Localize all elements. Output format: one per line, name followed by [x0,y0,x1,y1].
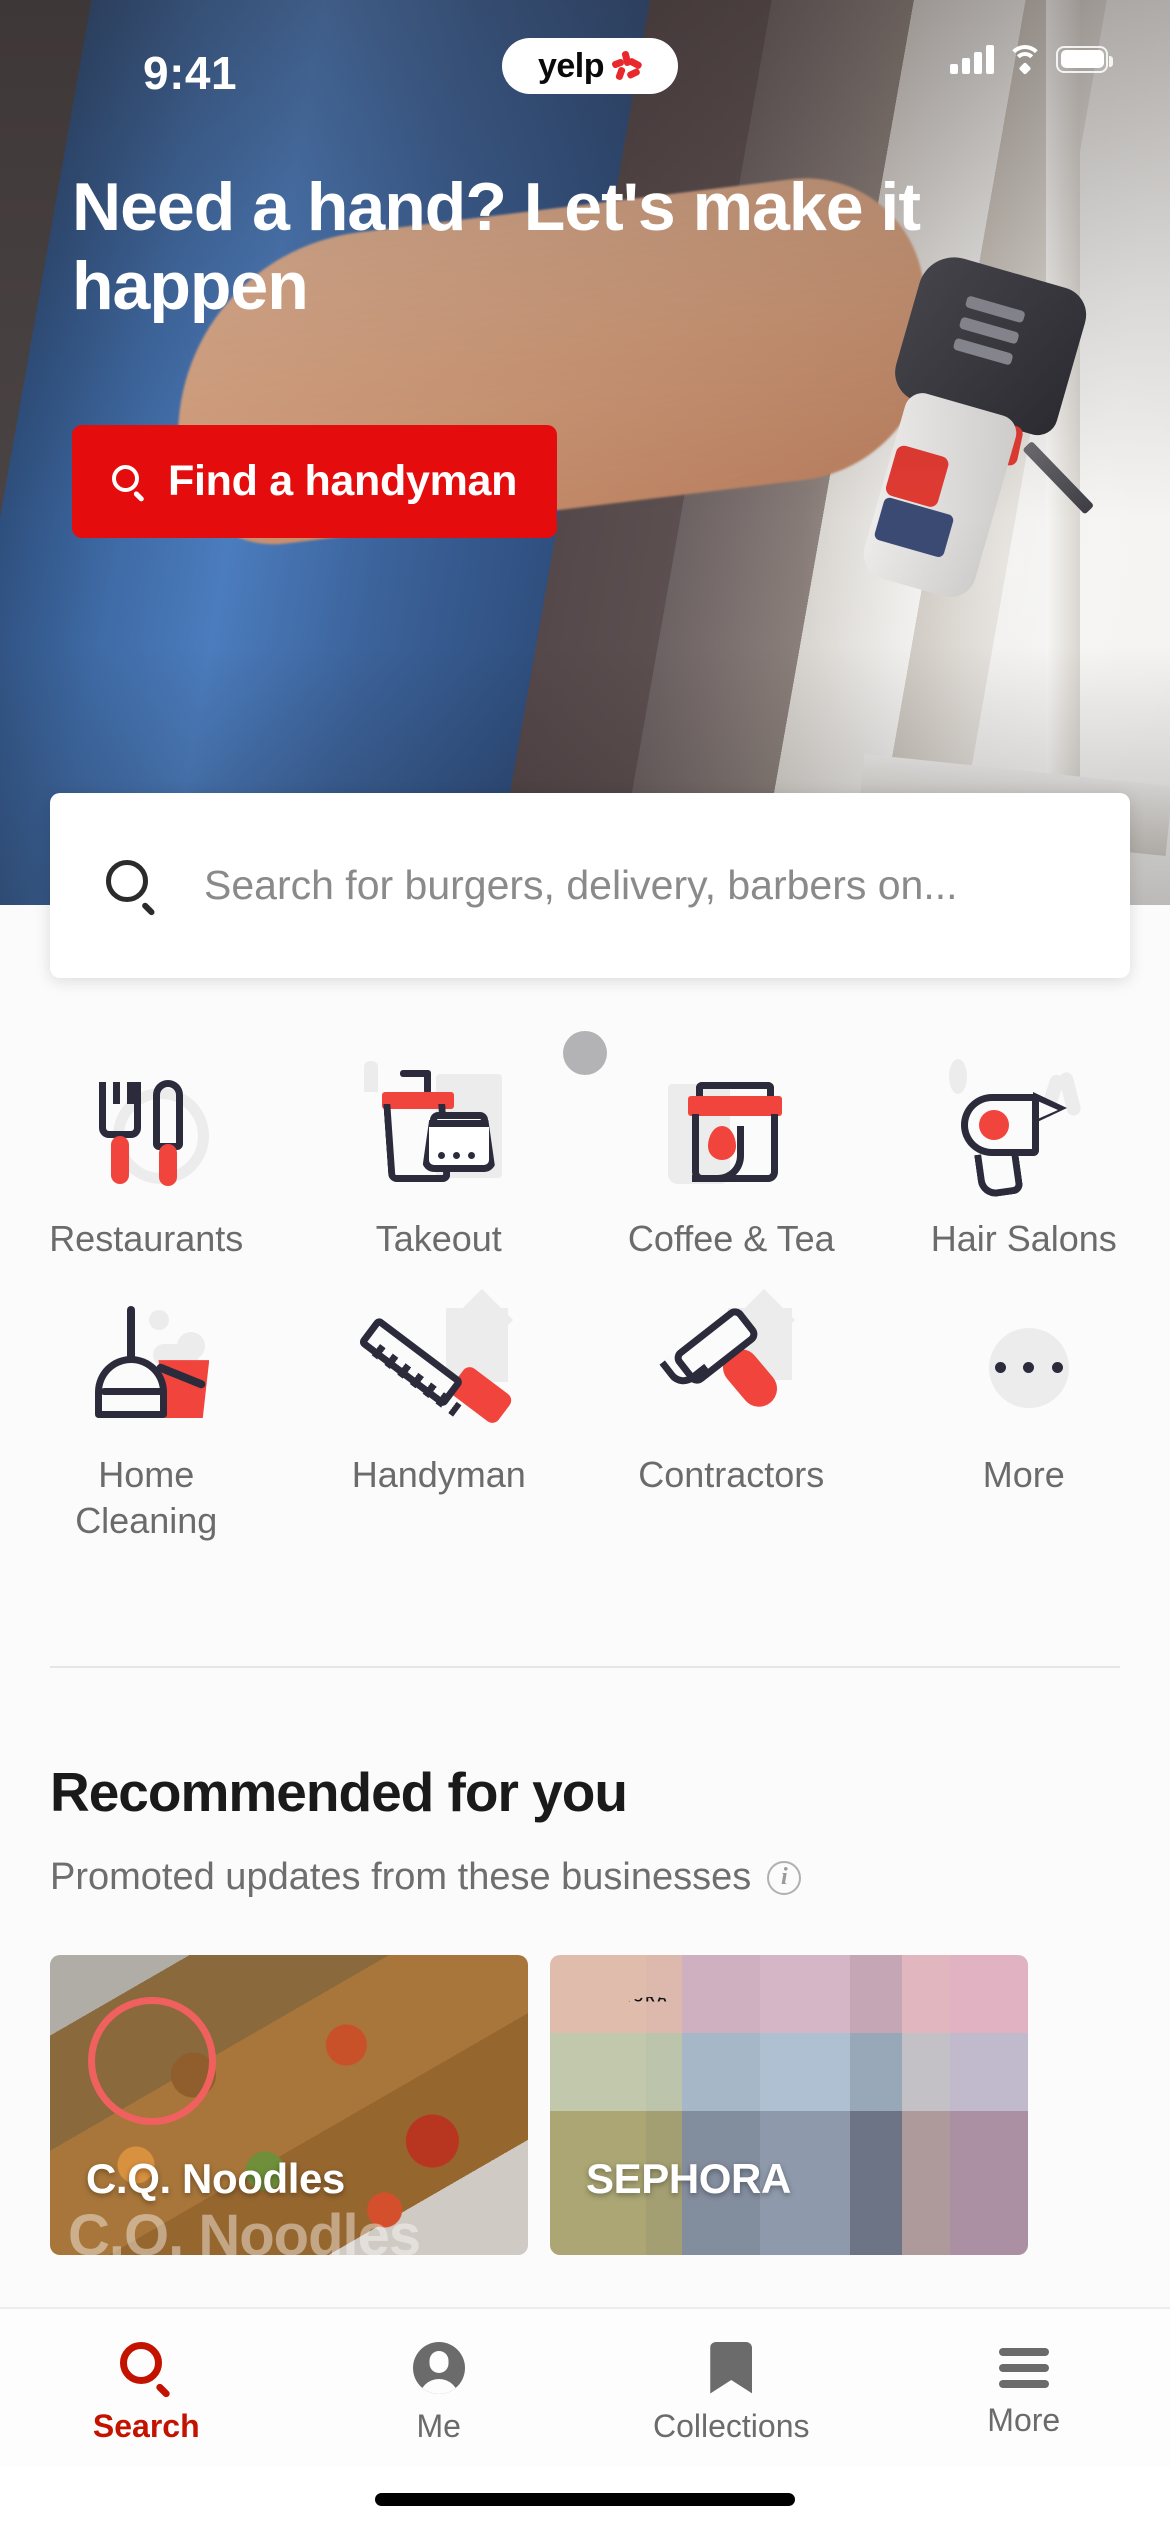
business-name: C.Q. Noodles [86,2155,345,2202]
wifi-icon [1007,45,1043,75]
recommended-cards-carousel[interactable]: C.Q. Noodles C.Q. Noodles SEPHORA SEPHOR… [50,1955,1028,2255]
section-divider [50,1666,1120,1668]
recommended-section-title: Recommended for you [50,1761,628,1823]
find-a-handyman-button[interactable]: Find a handyman [72,425,558,538]
bookmark-icon [710,2341,753,2394]
search-input[interactable]: Search for burgers, delivery, barbers on… [50,793,1130,978]
fork-knife-icon [71,1068,221,1200]
category-label: Home Cleaning [75,1454,218,1542]
tab-collections[interactable]: Collections [585,2309,878,2467]
tab-search[interactable]: Search [0,2309,293,2467]
find-a-handyman-label: Find a handyman [168,457,518,505]
recommended-subtitle: Promoted updates from these businesses [50,1856,752,1898]
category-more[interactable]: More [878,1304,1170,1544]
broom-bucket-icon [71,1304,221,1436]
search-icon [106,859,158,916]
tab-me[interactable]: Me [293,2309,586,2467]
hero-headline: Need a hand? Let's make it happen [72,169,921,324]
yelp-burst-icon [611,50,643,81]
category-label: Contractors [638,1454,825,1496]
category-hair-salons[interactable]: Hair Salons [878,1059,1170,1262]
category-contractors[interactable]: Contractors [585,1288,878,1544]
cellular-signal-icon [950,44,994,74]
yelp-wordmark: yelp [537,47,605,85]
tab-label: More [987,2401,1061,2438]
category-label: Restaurants [49,1218,244,1259]
avatar [88,1997,216,2125]
tab-more[interactable]: More [878,2309,1170,2467]
business-name: SEPHORA [586,2155,791,2202]
home-indicator[interactable] [375,2493,795,2506]
status-bar: 9:41 yelp [0,0,1170,130]
category-label: Handyman [351,1454,526,1496]
takeout-bag-icon [363,1061,514,1200]
bottom-tab-bar: Search Me Collections More [0,2307,1170,2467]
coffee-cup-icon [656,1068,806,1200]
category-grid: Restaurants Takeout Coffee & Tea Hair Sa… [0,1059,1170,1544]
category-label: More [982,1454,1065,1496]
business-card-sephora[interactable]: SEPHORA SEPHORA [550,1955,1028,2255]
search-placeholder: Search for burgers, delivery, barbers on… [204,862,958,908]
person-icon [412,2341,465,2394]
info-icon[interactable]: i [767,1860,802,1895]
category-label: Coffee & Tea [627,1218,835,1259]
category-coffee-tea[interactable]: Coffee & Tea [585,1068,878,1262]
saw-icon [357,1288,515,1436]
tab-label: Collections [652,2407,810,2444]
status-bar-clock: 9:41 [143,47,238,99]
hamburger-menu-icon [998,2347,1049,2388]
search-icon [112,464,146,503]
recommended-subtitle-row: Promoted updates from these businesses i [50,1856,802,1899]
category-home-cleaning[interactable]: Home Cleaning [0,1304,293,1544]
yelp-app-screen: 9:41 yelp Need a hand? Let's make it hap… [0,0,1170,2532]
category-takeout[interactable]: Takeout [293,1061,586,1262]
tab-label: Me [416,2407,461,2444]
category-label: Hair Salons [930,1218,1117,1259]
hammer-icon [656,1288,806,1436]
category-restaurants[interactable]: Restaurants [0,1068,293,1262]
tab-label: Search [92,2407,200,2444]
battery-icon [1056,45,1113,73]
search-icon [120,2341,172,2399]
card-watermark: C.Q. Noodles [68,2203,421,2255]
hair-dryer-icon [948,1059,1099,1200]
business-card-cq-noodles[interactable]: C.Q. Noodles C.Q. Noodles [50,1955,528,2255]
carousel-indicator-dot[interactable] [563,1031,607,1075]
yelp-logo: yelp [502,38,678,94]
status-bar-indicators [950,44,1113,75]
category-label: Takeout [375,1218,502,1259]
avatar: SEPHORA [588,1997,670,2005]
category-handyman[interactable]: Handyman [293,1288,586,1544]
ellipsis-icon [949,1304,1099,1436]
